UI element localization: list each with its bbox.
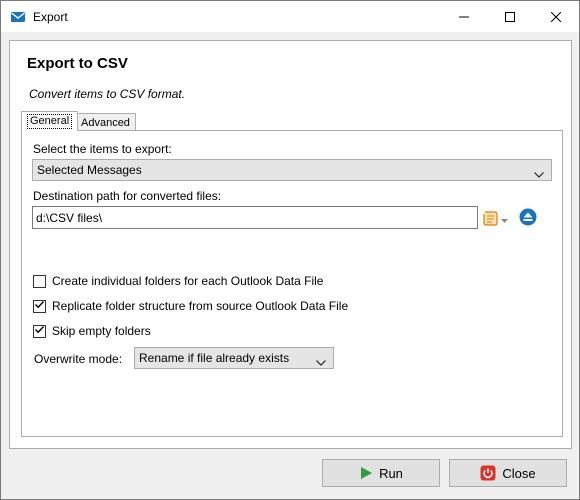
items-label: Select the items to export: xyxy=(33,142,172,156)
close-icon xyxy=(551,11,561,22)
overwrite-mode-select[interactable]: Rename if file already exists xyxy=(134,347,334,369)
run-button[interactable]: Run xyxy=(322,459,440,487)
checkmark-icon xyxy=(34,324,45,338)
checkbox-row-skip-empty[interactable]: Skip empty folders xyxy=(33,324,151,338)
chevron-down-icon xyxy=(316,355,326,369)
close-button[interactable]: Close xyxy=(449,459,567,487)
title-bar: Export xyxy=(1,1,579,32)
eject-button[interactable] xyxy=(519,208,537,229)
individual-folders-label: Create individual folders for each Outlo… xyxy=(52,274,324,288)
app-envelope-icon xyxy=(10,9,26,25)
maximize-icon xyxy=(505,11,515,22)
dialog-content: Export to CSV Convert items to CSV forma… xyxy=(9,40,572,449)
dialog-heading: Export to CSV xyxy=(27,55,128,72)
maximize-button[interactable] xyxy=(487,1,533,32)
tab-general-label: General xyxy=(27,114,73,129)
minimize-icon xyxy=(459,12,469,22)
destination-path-value: d:\CSV files\ xyxy=(36,210,103,225)
individual-folders-checkbox[interactable] xyxy=(33,274,46,288)
chevron-down-icon xyxy=(501,213,508,227)
window-title: Export xyxy=(33,10,68,24)
items-select[interactable]: Selected Messages xyxy=(32,159,552,181)
destination-label: Destination path for converted files: xyxy=(33,189,222,203)
skip-empty-label: Skip empty folders xyxy=(52,324,151,338)
checkbox-row-individual-folders[interactable]: Create individual folders for each Outlo… xyxy=(33,274,323,288)
browse-button[interactable] xyxy=(482,209,508,230)
items-select-value: Selected Messages xyxy=(37,163,142,177)
destination-path-input[interactable]: d:\CSV files\ xyxy=(32,206,478,229)
tab-advanced[interactable]: Advanced xyxy=(75,113,136,131)
replicate-structure-checkbox[interactable] xyxy=(33,299,46,313)
overwrite-mode-value: Rename if file already exists xyxy=(139,351,290,365)
checkbox-row-replicate-structure[interactable]: Replicate folder structure from source O… xyxy=(33,299,348,313)
tab-general[interactable]: General xyxy=(21,111,79,131)
browse-folder-icon xyxy=(482,209,500,230)
play-icon xyxy=(359,466,373,480)
general-tab-panel: Select the items to export: Selected Mes… xyxy=(21,130,563,437)
overwrite-label: Overwrite mode: xyxy=(34,352,123,366)
tab-advanced-label: Advanced xyxy=(81,116,130,129)
export-window: Export Export to CSV Convert items to CS… xyxy=(0,0,580,500)
minimize-button[interactable] xyxy=(441,1,487,32)
checkmark-icon xyxy=(34,299,45,313)
skip-empty-checkbox[interactable] xyxy=(33,324,46,338)
power-icon xyxy=(480,465,496,481)
run-button-label: Run xyxy=(379,465,403,481)
close-window-button[interactable] xyxy=(533,1,579,32)
eject-icon xyxy=(519,208,537,229)
close-button-label: Close xyxy=(502,465,536,481)
replicate-structure-label: Replicate folder structure from source O… xyxy=(52,299,349,313)
dialog-subheading: Convert items to CSV format. xyxy=(29,87,186,101)
chevron-down-icon xyxy=(534,167,544,181)
